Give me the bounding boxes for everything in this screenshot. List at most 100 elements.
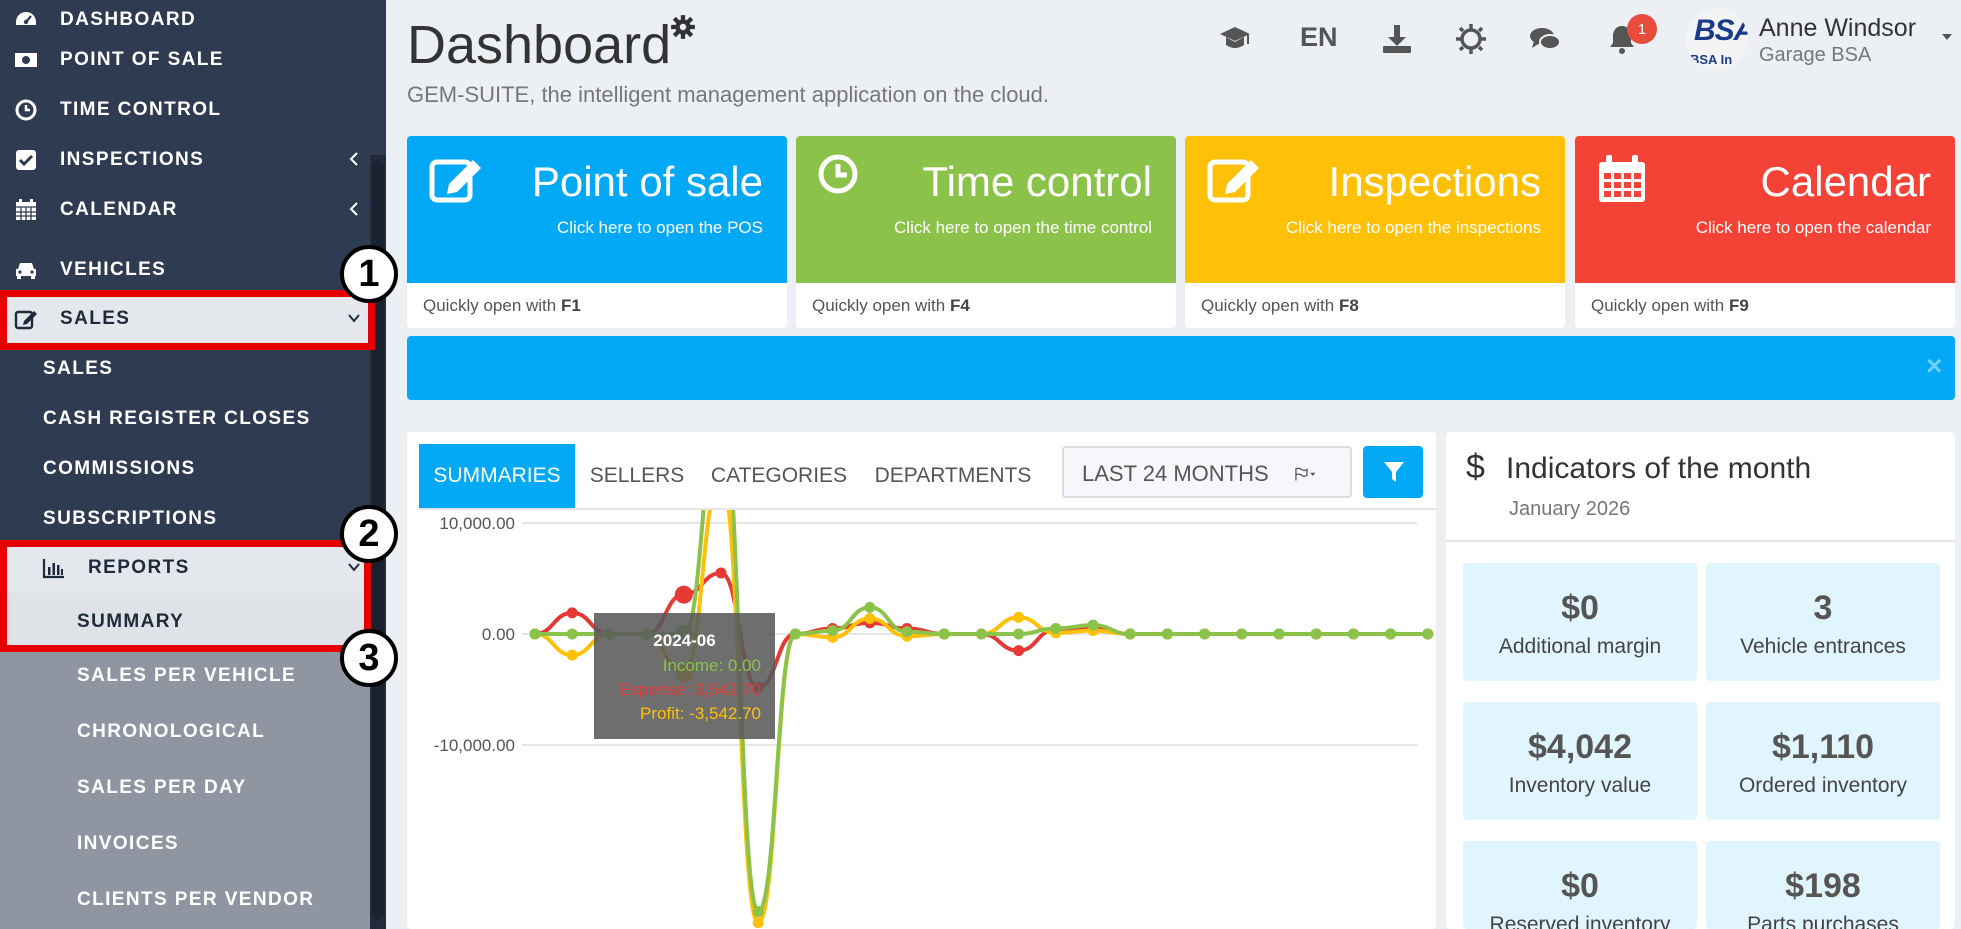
chart-point-income[interactable] [1422, 628, 1434, 640]
highlight-box-reports-summary [0, 540, 371, 652]
settings-sun-icon[interactable] [1454, 22, 1488, 56]
chart-point-profit[interactable] [864, 612, 876, 624]
chart-point-expense[interactable] [674, 585, 693, 604]
user-name[interactable]: Anne Windsor [1759, 14, 1916, 43]
indicator-value: $1,110 [1771, 728, 1875, 766]
sidebar-subitem-subscriptions[interactable]: SUBSCRIPTIONS [0, 494, 370, 544]
chart-point-income[interactable] [1199, 628, 1211, 640]
tile-description: Click here to open the calendar [1695, 218, 1931, 237]
sidebar-item-label: SALES PER DAY [77, 777, 247, 798]
chart-y-tick-label: 0.00 [482, 625, 515, 644]
chart-point-income[interactable] [1236, 628, 1248, 640]
date-range-select[interactable]: LAST 24 MONTHS [1062, 446, 1352, 498]
chart-point-income[interactable] [901, 626, 913, 638]
page-subtitle: GEM-SUITE, the intelligent management ap… [407, 82, 1050, 107]
chart-point-expense[interactable] [1013, 645, 1025, 657]
tab-sellers[interactable]: SELLERS [580, 444, 694, 508]
tile-time-control[interactable]: Time control Click here to open the time… [796, 136, 1176, 328]
tab-departments[interactable]: DEPARTMENTS [864, 444, 1042, 508]
indicator-card-inventory-value[interactable]: $4,042 Inventory value [1463, 702, 1697, 820]
chart-point-expense[interactable] [566, 607, 578, 619]
sidebar-subitem-invoices[interactable]: INVOICES [0, 815, 370, 871]
tile-header[interactable]: Point of sale Click here to open the POS [407, 136, 787, 283]
chart-point-income[interactable] [1385, 628, 1397, 640]
chart-point-income[interactable] [827, 625, 839, 637]
tile-shortcut-key: F1 [560, 296, 581, 315]
sidebar-item-point-of-sale[interactable]: POINT OF SALE [0, 35, 370, 85]
sidebar-subitem-sales[interactable]: SALES [0, 344, 370, 394]
notification-badge[interactable]: 1 [1627, 14, 1657, 44]
chart-point-income[interactable] [1087, 619, 1099, 631]
tile-header[interactable]: Inspections Click here to open the inspe… [1185, 136, 1565, 283]
user-company: Garage BSA [1759, 44, 1872, 66]
chart-point-income[interactable] [529, 628, 541, 640]
download-icon[interactable] [1380, 22, 1414, 56]
chart-point-income[interactable] [938, 628, 950, 640]
tile-shortcut-text: Quickly open with [812, 296, 950, 315]
sidebar-item-inspections[interactable]: INSPECTIONS [0, 135, 370, 185]
tile-shortcut-key: F9 [1728, 296, 1749, 315]
indicator-card-vehicle-entrances[interactable]: 3 Vehicle entrances [1706, 563, 1940, 681]
tile-shortcut-hint: Quickly open with F4 [812, 296, 970, 316]
indicator-card-ordered-inventory[interactable]: $1,110 Ordered inventory [1706, 702, 1940, 820]
chart-point-income[interactable] [1273, 628, 1285, 640]
sidebar-subitem-sales-per-vehicle[interactable]: SALES PER VEHICLE [0, 647, 370, 703]
sidebar-subitem-chronological[interactable]: CHRONOLOGICAL [0, 703, 370, 759]
alert-close-button[interactable]: × [1926, 350, 1942, 382]
graduation-cap-icon[interactable] [1218, 22, 1252, 56]
sidebar-item-label: SUBSCRIPTIONS [43, 508, 218, 529]
chart-point-profit[interactable] [1013, 611, 1025, 623]
chart-point-income[interactable] [752, 906, 764, 917]
sidebar-item-calendar[interactable]: CALENDAR [0, 185, 370, 235]
chart-point-income[interactable] [1310, 628, 1322, 640]
indicator-card-reserved-inventory[interactable]: $0 Reserved inventory [1463, 841, 1697, 929]
tile-header[interactable]: Calendar Click here to open the calendar [1575, 136, 1955, 283]
sidebar-subitem-cash-register-closes[interactable]: CASH REGISTER CLOSES [0, 394, 370, 444]
chart-point-income[interactable] [864, 601, 876, 613]
chart-point-income[interactable] [789, 628, 801, 640]
sidebar: DASHBOARD POINT OF SALE TIME CONTROL INS… [0, 0, 386, 929]
sidebar-item-time-control[interactable]: TIME CONTROL [0, 85, 370, 135]
chart-point-income[interactable] [1161, 628, 1173, 640]
chat-icon[interactable] [1528, 22, 1562, 56]
sales-line-chart: 20,000.0010,000.000.00-10,000.00 [434, 510, 1434, 929]
filter-button[interactable] [1363, 446, 1423, 498]
tab-summaries[interactable]: SUMMARIES [419, 444, 575, 508]
sidebar-subitem-clients-per-vendor[interactable]: CLIENTS PER VENDOR [0, 871, 370, 929]
chart-point-income[interactable] [566, 628, 578, 640]
tile-shortcut-text: Quickly open with [1591, 296, 1729, 315]
chart-point-income[interactable] [1050, 622, 1062, 634]
indicator-card-parts-purchases[interactable]: $198 Parts purchases [1706, 841, 1940, 929]
sidebar-item-vehicles[interactable]: VEHICLES [0, 245, 370, 295]
sidebar-subitem-sales-per-day[interactable]: SALES PER DAY [0, 759, 370, 815]
caret-down-icon[interactable] [1940, 30, 1954, 44]
tooltip-title: 2024-06 [653, 631, 716, 650]
avatar[interactable]: BSA BSA In [1686, 8, 1748, 70]
chart-point-income[interactable] [1124, 628, 1136, 640]
tooltip-income: Income: 0.00 [662, 656, 761, 675]
chart-point-income[interactable] [1013, 628, 1025, 640]
tile-calendar[interactable]: Calendar Click here to open the calendar… [1575, 136, 1955, 328]
tile-title: Inspections [1328, 158, 1541, 205]
chart-point-profit[interactable] [752, 917, 764, 929]
sidebar-item-label: SALES [43, 358, 114, 379]
tab-categories[interactable]: CATEGORIES [704, 444, 854, 508]
indicator-label: Inventory value [1508, 774, 1652, 797]
avatar-logo: BSA [1694, 14, 1748, 47]
tile-inspections[interactable]: Inspections Click here to open the inspe… [1185, 136, 1565, 328]
chart-point-profit[interactable] [566, 649, 578, 661]
language-selector[interactable]: EN [1300, 22, 1338, 53]
tile-header[interactable]: Time control Click here to open the time… [796, 136, 1176, 283]
indicator-value: $4,042 [1528, 728, 1632, 766]
indicators-divider [1446, 540, 1955, 542]
sidebar-subitem-commissions[interactable]: COMMISSIONS [0, 444, 370, 494]
chart-point-income[interactable] [975, 628, 987, 640]
tile-point-of-sale[interactable]: Point of sale Click here to open the POS… [407, 136, 787, 328]
indicators-title: Indicators of the month [1506, 452, 1812, 485]
indicator-card-additional-margin[interactable]: $0 Additional margin [1463, 563, 1697, 681]
sidebar-item-label: COMMISSIONS [43, 458, 196, 479]
chart-point-income[interactable] [1347, 628, 1359, 640]
sidebar-item-label: INVOICES [77, 833, 179, 854]
gear-icon[interactable] [670, 14, 696, 40]
chart-point-expense[interactable] [715, 567, 727, 579]
